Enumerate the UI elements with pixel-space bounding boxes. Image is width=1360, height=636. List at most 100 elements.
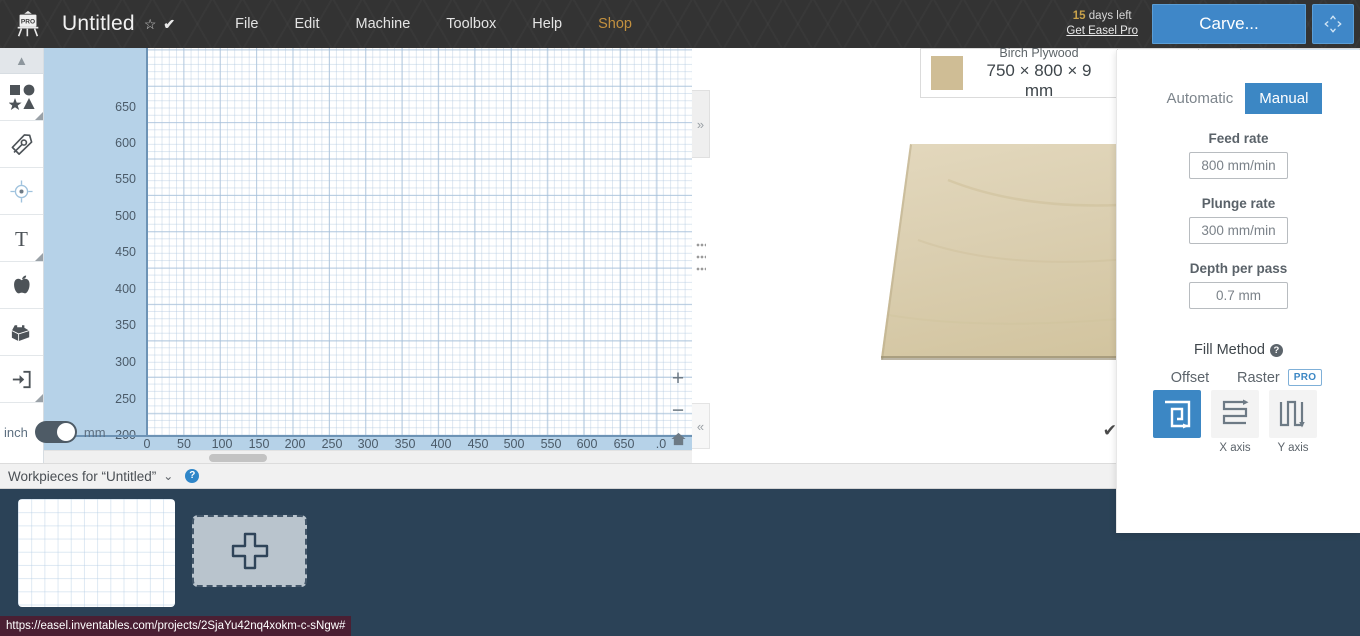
plunge-rate-input[interactable] [1189,217,1288,244]
get-easel-pro-link[interactable]: Get Easel Pro [1066,24,1138,39]
ruler-x-tick: 500 [503,437,525,451]
ruler-x-tick: 250 [321,437,343,451]
menu-machine[interactable]: Machine [337,10,428,38]
trial-days: 15 days left [1066,9,1138,24]
design-canvas[interactable]: 650 600 550 500 450 400 350 300 250 200 … [44,48,692,463]
unit-label-mm: mm [83,424,106,440]
feed-rate-input[interactable] [1189,152,1288,179]
add-workpiece-button[interactable] [192,515,307,587]
sidebar-item-blocks[interactable] [0,309,43,356]
top-navigation-bar: PRO Untitled ☆ ✔ File Edit Machine Toolb… [0,0,1360,48]
unit-toggle-switch[interactable] [34,421,77,443]
ruler-y-tick: 250 [115,392,136,406]
preview-expand-button[interactable]: » [692,90,710,158]
spiral-offset-icon [1165,400,1191,429]
depth-per-pass-field: Depth per pass [1117,261,1360,309]
trial-days-count: 15 [1072,9,1086,22]
zoom-in-button[interactable]: + [672,368,684,389]
unit-toggle[interactable]: inch mm [4,418,114,446]
toolrail-collapse-button[interactable]: ▲ [0,48,43,74]
ruler-x-tick: 400 [430,437,452,451]
sidebar-item-apps[interactable] [0,262,43,309]
preview-confirm-check[interactable]: ✔ [1103,421,1117,441]
ruler-y-tick: 350 [115,318,136,332]
canvas-hscroll-thumb[interactable] [209,454,267,462]
fill-method-help-icon[interactable]: ? [1269,343,1283,357]
menu-help[interactable]: Help [514,10,580,38]
tool-corner-marker [35,112,43,120]
fill-method-buttons [1117,390,1360,438]
material-name: Birch Plywood [999,48,1079,60]
preview-collapse-button[interactable]: « [692,403,710,449]
easel-pro-logo-icon: PRO [17,10,39,37]
main-menu: File Edit Machine Toolbox Help Shop [217,10,650,38]
cut-settings-panel: Automatic Manual Feed rate Plunge rate D… [1116,50,1360,533]
raster-y-axis-icon [1279,400,1305,428]
import-arrow-icon [12,370,31,388]
workpieces-title: Workpieces for “Untitled” [8,468,157,484]
trial-status: 15 days left Get Easel Pro [1066,9,1138,40]
svg-text:PRO: PRO [21,19,35,26]
sidebar-item-shapes[interactable] [0,74,43,121]
sidebar-item-center-target[interactable] [0,168,43,215]
ruler-x-tick: 350 [394,437,416,451]
four-direction-arrows-icon [1324,15,1342,33]
pen-nib-icon [11,133,33,155]
fullscreen-expand-button[interactable] [1312,4,1354,44]
canvas-horizontal-scrollbar[interactable] [44,450,692,463]
easel-pro-logo[interactable]: PRO [0,0,56,48]
fill-raster-y-button[interactable] [1269,390,1317,438]
fill-method-header: Fill Method ? [1117,342,1360,358]
canvas-zoom-controls: + − [666,368,690,449]
fill-offset-button[interactable] [1153,390,1201,438]
menu-shop[interactable]: Shop [580,10,650,38]
material-color-swatch [931,56,963,90]
workpieces-help-icon[interactable]: ? [185,469,200,483]
plunge-rate-label: Plunge rate [1201,196,1276,211]
y-axis-label: Y axis [1277,442,1309,454]
canvas-grid[interactable] [147,48,692,435]
fill-option-labels: Offset Raster PRO [1117,369,1360,386]
ruler-x-tick: 550 [540,437,562,451]
plus-icon [231,532,268,570]
text-t-icon: T [15,227,28,251]
depth-per-pass-input[interactable] [1189,282,1288,309]
saved-check-icon: ✔ [163,16,176,32]
zoom-home-button[interactable] [670,432,686,449]
menu-toolbox[interactable]: Toolbox [428,10,514,38]
ruler-y-tick: 650 [115,100,136,114]
carve-button[interactable]: Carve... [1152,4,1306,44]
favorite-star-icon[interactable]: ☆ [144,17,157,31]
sidebar-item-text[interactable]: T [0,215,43,262]
workpiece-thumbnail[interactable] [18,499,175,607]
depth-per-pass-label: Depth per pass [1189,261,1288,276]
sidebar-item-draw-pen[interactable] [0,121,43,168]
menu-edit[interactable]: Edit [276,10,337,38]
svg-text:T: T [15,227,28,251]
top-right-actions: 15 days left Get Easel Pro Carve... [1066,0,1360,48]
raster-pro-badge: PRO [1287,369,1323,386]
chevron-up-icon: ▲ [15,53,28,68]
easel-app: PRO Untitled ☆ ✔ File Edit Machine Toolb… [0,0,1360,636]
ruler-x-tick: 200 [284,437,306,451]
zoom-out-button[interactable]: − [672,400,684,421]
preview-drag-handle[interactable] [696,243,706,271]
tool-corner-marker [35,394,43,402]
fill-raster-x-button[interactable] [1211,390,1259,438]
ruler-x-tick: 650 [613,437,635,451]
workpieces-chevron-down-icon[interactable]: ⌄ [163,469,173,483]
title-actions: ☆ ✔ [144,17,175,31]
ruler-x-tick: 0 [143,437,151,451]
sidebar-item-import[interactable] [0,356,43,403]
fill-method-sublabels: — X axis Y axis [1117,442,1360,454]
document-title[interactable]: Untitled [62,12,135,36]
menu-file[interactable]: File [217,10,276,38]
plunge-rate-field: Plunge rate [1117,196,1360,244]
offset-label: Offset [1170,369,1210,386]
left-tool-rail: ▲ T [0,48,44,463]
material-selector[interactable]: Birch Plywood 750 × 800 × 9 mm [920,48,1119,100]
ruler-x-tick: 300 [357,437,379,451]
tool-corner-marker [35,253,43,261]
cut-mode-automatic[interactable]: Automatic [1155,83,1246,114]
cut-mode-manual[interactable]: Manual [1245,83,1323,114]
